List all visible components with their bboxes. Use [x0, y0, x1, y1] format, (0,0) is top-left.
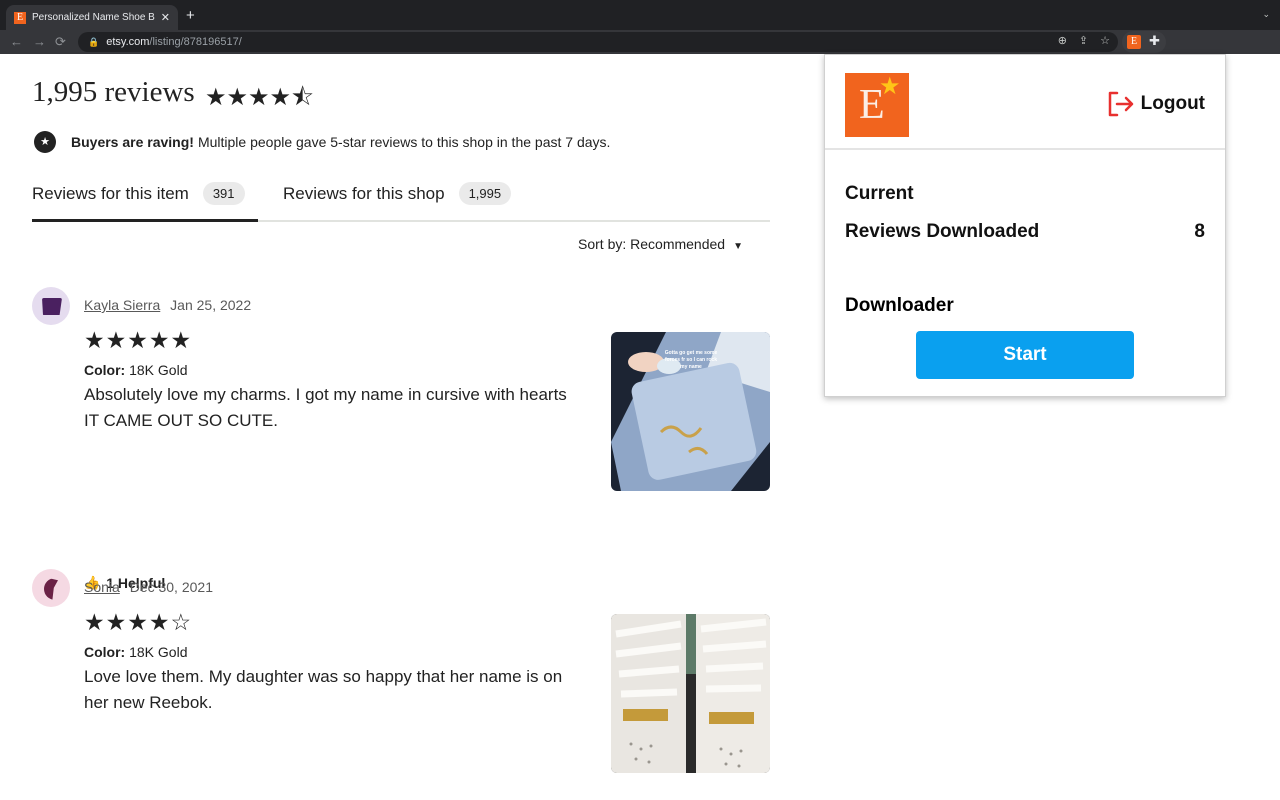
tab-reviews-shop[interactable]: Reviews for this shop 1,995 [283, 182, 512, 205]
review-item: Sonia Dec 30, 2021 ★★★★☆ Color: 18K Gold… [32, 569, 772, 799]
close-tab-icon[interactable]: ✕ [161, 11, 170, 24]
lock-icon: 🔒 [88, 36, 100, 47]
review-photo[interactable]: Gotta go get me some forces fr so I can … [611, 332, 770, 491]
url-host: etsy.com [106, 36, 150, 48]
review-text: Absolutely love my charms. I got my name… [84, 385, 567, 430]
review-variant: Color: 18K Gold [84, 362, 187, 378]
active-tab-indicator [32, 219, 258, 222]
review-text: Love love them. My daughter was so happy… [84, 667, 563, 712]
start-button[interactable]: Start [916, 331, 1134, 379]
avatar[interactable] [32, 569, 70, 607]
logout-button[interactable]: Logout [1107, 91, 1205, 117]
review-photo[interactable] [611, 614, 770, 773]
zoom-icon[interactable]: ⊕ [1058, 34, 1067, 47]
review-photo-image: Gotta go get me some forces fr so I can … [611, 332, 770, 491]
caret-down-icon: ▼ [733, 241, 743, 252]
forward-icon[interactable]: → [33, 34, 46, 50]
buyers-raving-banner: ★ Buyers are raving! Multiple people gav… [34, 131, 610, 153]
review-variant: Color: 18K Gold [84, 644, 187, 660]
logout-icon [1108, 91, 1133, 117]
tab-search-chevron-icon[interactable]: ⌄ [1262, 9, 1270, 20]
popup-divider [825, 148, 1225, 150]
reviews-tabs: Reviews for this item 391 Reviews for th… [32, 178, 770, 222]
raving-text: Multiple people gave 5-star reviews to t… [197, 134, 611, 150]
tab-label: Reviews for this item [32, 183, 189, 203]
review-stars: ★★★★☆ [84, 609, 193, 635]
etsy-star-logo: E ★ [845, 73, 909, 137]
color-label: Color: [84, 644, 126, 660]
back-icon[interactable]: ← [10, 34, 23, 50]
extensions-group: E ✚ [1122, 31, 1166, 53]
star-icon: ★ [879, 73, 901, 100]
tab-reviews-item[interactable]: Reviews for this item 391 [32, 182, 245, 205]
current-heading: Current [845, 183, 914, 204]
bookmark-star-icon[interactable]: ☆ [1100, 34, 1110, 47]
review-item: Kayla Sierra Jan 25, 2022 ★★★★★ Color: 1… [32, 287, 772, 591]
color-value: 18K Gold [129, 644, 188, 660]
etsy-extension-icon[interactable]: E [1127, 35, 1141, 49]
color-value: 18K Gold [129, 362, 188, 378]
raving-bold: Buyers are raving! [71, 134, 194, 150]
reviews-downloaded-label: Reviews Downloaded [845, 221, 1040, 242]
review-photo-image [611, 614, 770, 773]
etsy-favicon-icon: E [14, 11, 26, 24]
reviewer-name-link[interactable]: Kayla Sierra [84, 297, 160, 313]
reload-icon[interactable]: ⟳ [55, 34, 66, 50]
reviews-count-title: 1,995 reviews [32, 76, 195, 108]
extension-popup: E ★ Logout Current Reviews Downloaded 8 … [824, 54, 1226, 397]
review-stars: ★★★★★ [84, 327, 193, 353]
reviewer-name-link[interactable]: Sonia [84, 579, 120, 595]
review-date: Dec 30, 2021 [129, 579, 213, 595]
avatar[interactable] [32, 287, 70, 325]
overall-rating-stars: ★★★★⯪ [205, 84, 314, 111]
share-icon[interactable]: ⇪ [1079, 34, 1088, 47]
sort-dropdown[interactable]: Sort by: Recommended ▼ [578, 236, 743, 252]
tab-title: Personalized Name Shoe Buckl [32, 12, 155, 23]
svg-text:Gotta go get me some: Gotta go get me some [665, 350, 718, 356]
address-bar[interactable]: 🔒 etsy.com /listing/878196517/ ⊕ ⇪ ☆ [78, 32, 1118, 52]
reviews-downloaded-value: 8 [1194, 221, 1205, 242]
downloader-heading: Downloader [845, 295, 954, 316]
color-label: Color: [84, 362, 126, 378]
star-badge-icon: ★ [34, 131, 56, 153]
sort-label: Sort by: Recommended [578, 236, 726, 252]
browser-tabstrip: E Personalized Name Shoe Buckl ✕ + ⌄ [0, 0, 1280, 30]
tab-count-badge: 1,995 [458, 182, 512, 205]
url-path: /listing/878196517/ [149, 36, 242, 48]
svg-text:my name: my name [680, 364, 702, 370]
tab-count-badge: 391 [202, 182, 245, 205]
browser-tab[interactable]: E Personalized Name Shoe Buckl ✕ [6, 5, 178, 30]
tab-label: Reviews for this shop [283, 183, 445, 203]
logout-label: Logout [1140, 93, 1205, 114]
browser-toolbar: ← → ⟳ 🔒 etsy.com /listing/878196517/ ⊕ ⇪… [0, 30, 1280, 54]
new-tab-icon[interactable]: + [186, 7, 195, 24]
review-date: Jan 25, 2022 [170, 297, 252, 313]
svg-text:forces fr so I can rock: forces fr so I can rock [665, 357, 717, 363]
extensions-puzzle-icon[interactable]: ✚ [1149, 33, 1160, 49]
